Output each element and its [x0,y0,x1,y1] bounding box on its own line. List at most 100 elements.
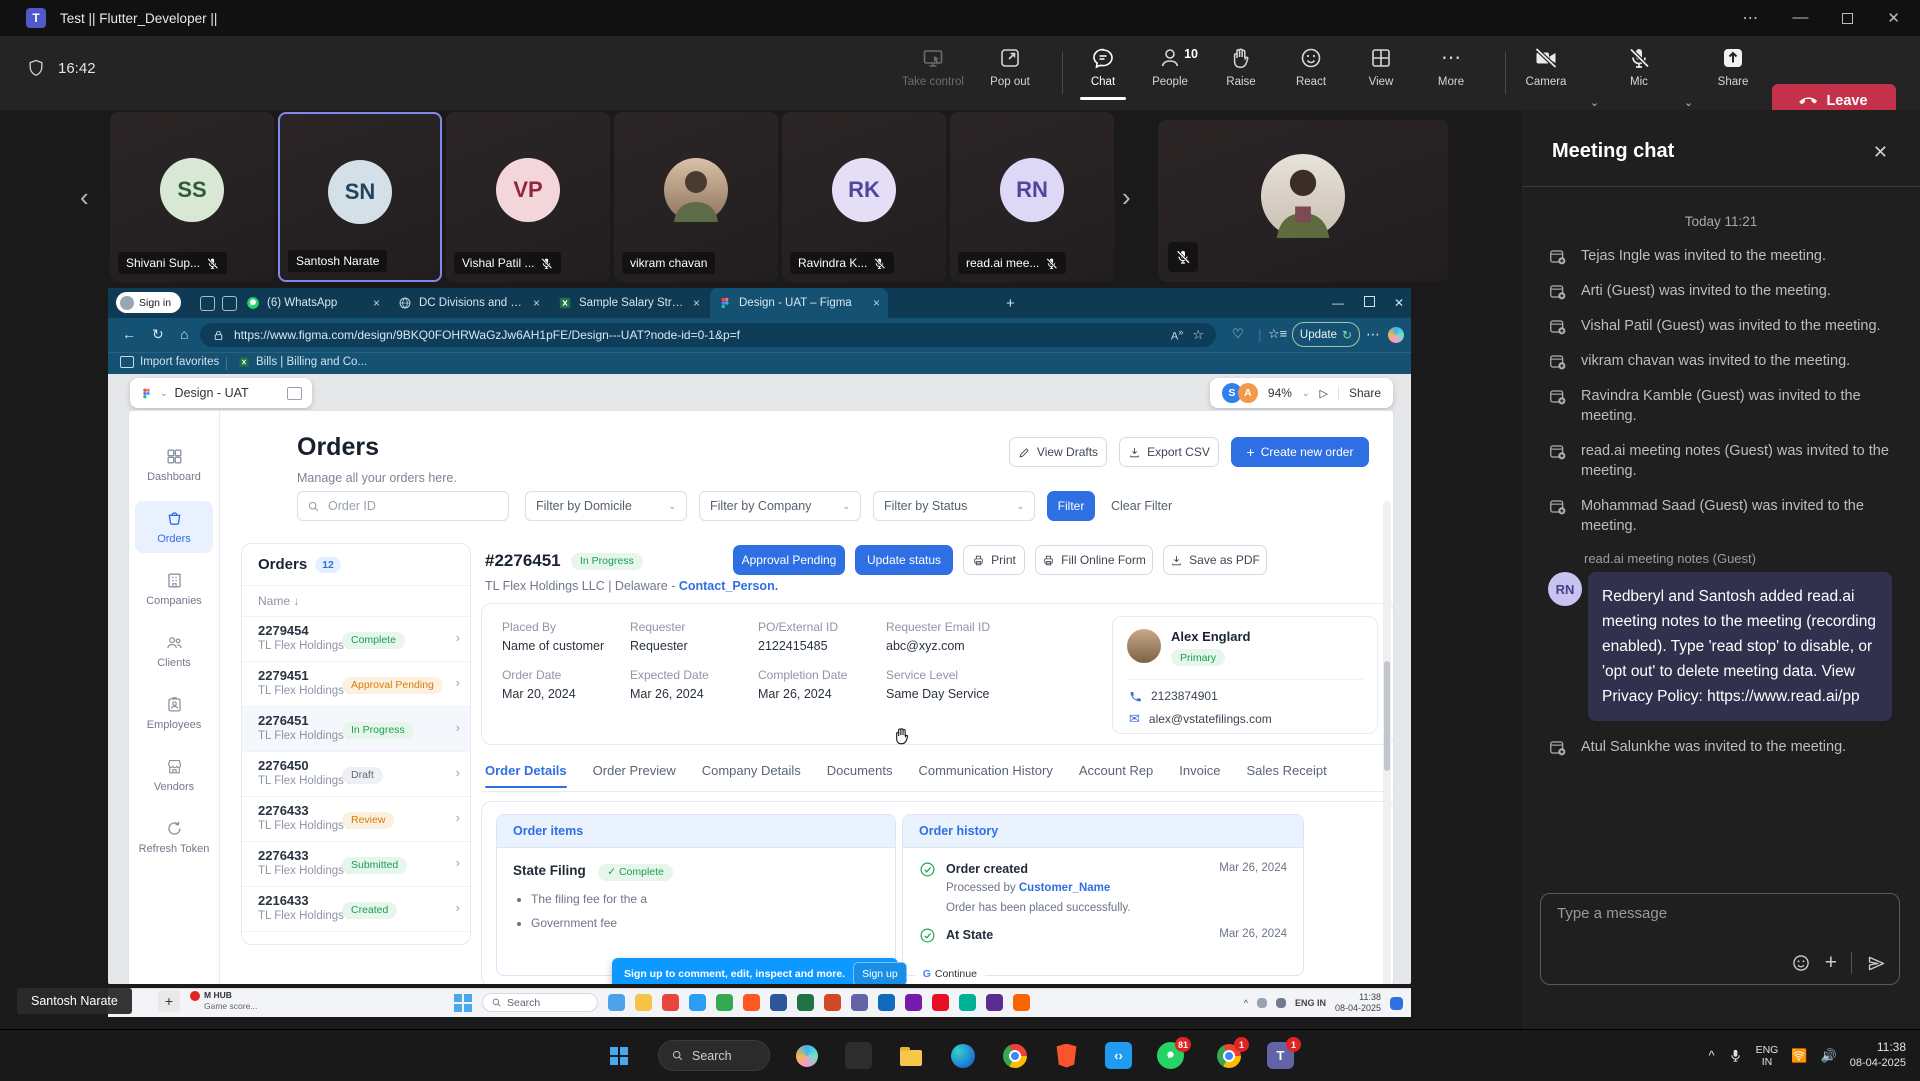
contact-email[interactable]: ✉ alex@vstatefilings.com [1129,711,1272,727]
taskbar-app-icon[interactable] [824,994,841,1011]
approval-pending-button[interactable]: Approval Pending [733,545,845,575]
refresh-icon[interactable]: ↻ [152,326,164,343]
taskbar-app-icon[interactable] [797,994,814,1011]
presenter-clock[interactable]: 11:3808-04-2025 [1335,992,1381,1014]
order-row[interactable]: 2279451 TL Flex Holdings LLC Approval Pe… [242,662,470,707]
whatsapp-icon[interactable]: 81 [1157,1042,1184,1069]
figma-menu-chevron-icon[interactable]: ⌄ [160,388,168,399]
taskbar-app-icon[interactable] [608,994,625,1011]
sidebar-item[interactable]: Companies [135,563,213,615]
edge-icon[interactable] [949,1042,976,1069]
chrome-icon[interactable] [1001,1042,1028,1069]
order-row[interactable]: 2276433 TL Flex Holdings LLC Submitted › [242,842,470,887]
filter-button[interactable]: Filter [1047,491,1095,521]
favorites-list-icon[interactable]: ☆≡ [1268,326,1287,342]
column-header[interactable]: Name ↓ [242,586,470,617]
view-drafts-button[interactable]: View Drafts [1009,437,1107,467]
tiles-scroll-right-icon[interactable]: › [1122,182,1131,213]
participant-tile-large[interactable] [1158,120,1448,282]
back-icon[interactable]: ← [122,326,136,342]
address-bar[interactable]: https://www.figma.com/design/9BKQ0FOHRWa… [200,323,1216,347]
taskbar-app-icon[interactable] [986,994,1003,1011]
brave-icon[interactable] [1053,1042,1080,1069]
present-icon[interactable]: ▷ [1320,387,1328,400]
detail-tab[interactable]: Order Preview [593,763,676,788]
import-favorites-button[interactable]: Import favorites [120,356,219,368]
save-as-pdf-button[interactable]: Save as PDF [1163,545,1267,575]
tab-close-icon[interactable]: × [693,296,700,310]
clear-filter-button[interactable]: Clear Filter [1111,499,1172,513]
sidebar-item[interactable]: Refresh Token [135,811,213,863]
export-csv-button[interactable]: Export CSV [1119,437,1219,467]
filter-status-dropdown[interactable]: Filter by Status⌄ [873,491,1035,521]
taskbar-app-icon[interactable] [932,994,949,1011]
view-button[interactable]: View [1349,46,1413,88]
participant-tile[interactable]: SS Shivani Sup... [110,112,274,282]
browser-minimize-icon[interactable]: — [1332,296,1344,310]
tray-expand-icon[interactable]: ^ [1244,998,1248,1008]
detail-tab[interactable]: Communication History [918,763,1052,788]
sidebar-item[interactable]: Orders [135,501,213,553]
collaborator-avatar[interactable]: A [1238,383,1258,403]
taskbar-app-icon[interactable] [716,994,733,1011]
contact-phone[interactable]: 2123874901 [1129,689,1218,703]
participant-tile[interactable]: SN Santosh Narate [278,112,442,282]
taskbar-app-icon[interactable] [743,994,760,1011]
taskbar-clock[interactable]: 11:3808-04-2025 [1850,1040,1906,1071]
tab-close-icon[interactable]: × [373,296,380,310]
vertical-tabs-icon[interactable] [222,296,237,311]
tab-actions-icon[interactable] [200,296,215,311]
attach-plus-icon[interactable]: + [1825,953,1837,973]
react-button[interactable]: React [1279,46,1343,88]
detail-tab[interactable]: Order Details [485,763,567,788]
taskbar-app-icon[interactable] [770,994,787,1011]
camera-button[interactable]: Camera [1514,46,1578,88]
tray-icon[interactable] [1257,998,1267,1008]
tab-close-icon[interactable]: × [873,296,880,310]
figma-share-button[interactable]: Share [1338,386,1381,400]
start-button-icon[interactable] [454,994,472,1012]
vscode-icon[interactable]: ‹› [1105,1042,1132,1069]
sidebar-item[interactable]: Dashboard [135,439,213,491]
language-indicator[interactable]: ENGIN [1756,1044,1779,1068]
taskbar-app-icon[interactable] [959,994,976,1011]
tiles-scroll-left-icon[interactable]: ‹ [80,182,89,213]
create-order-button[interactable]: + Create new order [1231,437,1369,467]
taskbar-app-icon[interactable] [662,994,679,1011]
update-status-button[interactable]: Update status [855,545,953,575]
share-button[interactable]: Share [1701,46,1765,88]
taskbar-app-icon[interactable] [851,994,868,1011]
browser-tab[interactable]: Design - UAT – Figma × [710,288,888,318]
filter-company-dropdown[interactable]: Filter by Company⌄ [699,491,861,521]
participant-tile[interactable]: vikram chavan [614,112,778,282]
detail-tab[interactable]: Company Details [702,763,801,788]
detail-tab[interactable]: Invoice [1179,763,1220,788]
filter-domicile-dropdown[interactable]: Filter by Domicile⌄ [525,491,687,521]
fill-online-form-button[interactable]: Fill Online Form [1035,545,1153,575]
send-icon[interactable] [1866,953,1887,974]
bookmark-item[interactable]: Bills | Billing and Co... [238,356,367,368]
copilot-icon[interactable] [1388,327,1404,343]
volume-icon[interactable]: 🔊 [1821,1048,1837,1064]
sidebar-item[interactable]: Clients [135,625,213,677]
home-icon[interactable]: ⌂ [180,326,188,342]
favorite-star-icon[interactable]: ☆ [1192,327,1204,343]
browser-close-icon[interactable]: ✕ [1394,296,1404,310]
notification-icon[interactable] [1390,997,1403,1010]
order-row[interactable]: 2276451 TL Flex Holdings LLC In Progress… [242,707,470,752]
emoji-icon[interactable] [1791,953,1811,973]
order-id-search-input[interactable] [297,491,509,521]
camera-chevron-icon[interactable]: ⌄ [1590,96,1599,109]
mic-button[interactable]: Mic [1607,46,1671,88]
zoom-level[interactable]: 94% [1268,386,1292,400]
detail-tab[interactable]: Sales Receipt [1247,763,1327,788]
tray-expand-icon[interactable]: ^ [1708,1048,1714,1063]
layout-panel-icon[interactable] [287,387,302,400]
taskbar-search-box[interactable]: Search [658,1040,770,1071]
update-browser-button[interactable]: Update ↻ [1292,322,1360,347]
more-button[interactable]: ⋯ More [1419,46,1483,88]
chrome-profile-icon[interactable]: 1 [1215,1042,1242,1069]
browser-tab[interactable]: Sample Salary Structure with calc × [550,288,708,318]
figma-topbar[interactable]: ⌄ Design - UAT [130,378,312,408]
taskbar-app-icon[interactable] [878,994,895,1011]
